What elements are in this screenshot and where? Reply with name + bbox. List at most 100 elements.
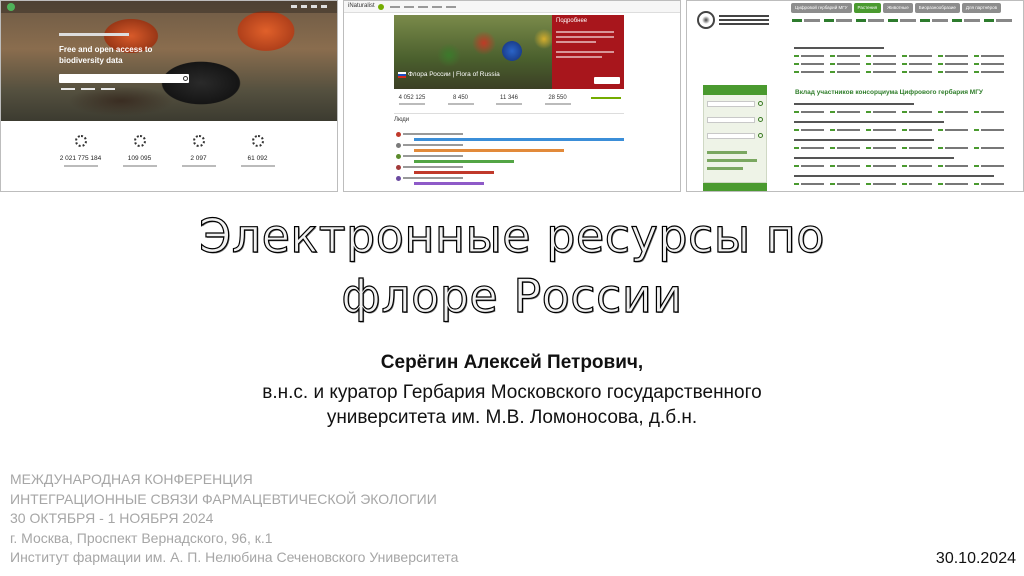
gbif-subtitle xyxy=(59,33,129,36)
author-position: в.н.с. и куратор Гербария Московского го… xyxy=(0,380,1024,430)
conference-line: МЕЖДУНАРОДНАЯ КОНФЕРЕНЦИЯ xyxy=(10,471,253,487)
inat-stat: 11 346 xyxy=(491,95,527,105)
conference-line: 30 ОКТЯБРЯ - 1 НОЯБРЯ 2024 xyxy=(10,510,214,526)
slide-title-line: флоре России xyxy=(341,268,683,323)
msu-tabs: Цифровой гербарий МГУ Растения Животные … xyxy=(791,3,1002,13)
inat-stat-value: 28 550 xyxy=(548,95,567,101)
inat-nav xyxy=(390,6,460,8)
msu-sidebar-link xyxy=(707,151,747,154)
inat-panel-button xyxy=(594,77,620,84)
author-position-line: университета им. М.В. Ломоносова, д.б.н. xyxy=(326,407,698,428)
msu-list-line xyxy=(794,63,1009,65)
avatar xyxy=(396,154,401,159)
articles-icon xyxy=(251,135,264,147)
msu-list-line xyxy=(794,147,1009,149)
msu-top-links xyxy=(792,19,1012,22)
inat-stat: 8 450 xyxy=(443,95,479,105)
slide-title: Электронные ресурсы по флоре России xyxy=(0,206,1024,326)
conference-line: Институт фармации им. А. П. Нелюбина Сеч… xyxy=(10,549,459,565)
gbif-stat-occurrences: 2 021 775 184 xyxy=(56,135,106,167)
msu-search-field xyxy=(707,101,755,107)
inat-bar-row xyxy=(396,132,626,141)
inat-panel-text xyxy=(556,51,614,53)
gbif-screenshot: Free and open access to biodiversity dat… xyxy=(0,0,338,192)
gbif-nav xyxy=(291,5,331,8)
author-position-line: в.н.с. и куратор Гербария Московского го… xyxy=(262,382,762,403)
search-icon xyxy=(183,76,188,81)
msu-list-line xyxy=(794,55,1009,57)
msu-sidebar-link xyxy=(707,167,743,170)
search-icon xyxy=(758,117,763,122)
inat-panel-text xyxy=(556,36,614,38)
msu-sidebar-header xyxy=(703,85,767,95)
conference-line: ИНТЕГРАЦИОННЫЕ СВЯЗИ ФАРМАЦЕВТИЧЕСКОЙ ЭК… xyxy=(10,490,437,507)
inat-panel-title: Подробнее xyxy=(556,18,588,24)
msu-search-field xyxy=(707,133,755,139)
gbif-topbar xyxy=(1,1,337,13)
divider xyxy=(394,113,624,114)
msu-list-line xyxy=(794,47,884,49)
gbif-stat-label xyxy=(240,165,275,167)
datasets-icon xyxy=(133,135,146,147)
msu-tab: Для партнёров xyxy=(961,3,1002,13)
inat-bar xyxy=(414,160,514,163)
inat-bar-row xyxy=(396,176,626,185)
inat-bar xyxy=(414,138,624,141)
msu-tab: Цифровой гербарий МГУ xyxy=(791,3,852,13)
msu-tab-active: Растения xyxy=(853,3,882,13)
inat-bar-row xyxy=(396,165,626,174)
msu-list-line xyxy=(794,121,944,123)
msu-list-line xyxy=(794,165,1009,167)
search-icon xyxy=(758,133,763,138)
inat-stats: 4 052 125 8 450 11 346 28 550 xyxy=(394,95,624,105)
slide-date: 30.10.2024 xyxy=(935,550,1016,567)
gbif-stat-publishers: 2 097 xyxy=(174,135,224,167)
gbif-stat-datasets: 109 095 xyxy=(115,135,165,167)
msu-list-line xyxy=(794,129,1009,131)
gbif-link xyxy=(61,88,75,90)
inat-bar xyxy=(414,149,564,152)
russia-flag-icon xyxy=(398,72,406,78)
gbif-stat-label xyxy=(122,165,157,167)
inat-stat xyxy=(588,95,624,105)
conference-line: г. Москва, Проспект Вернадского, 96, к.1 xyxy=(10,529,273,546)
inat-bar-row xyxy=(396,143,626,152)
gbif-stat-articles: 61 092 xyxy=(233,135,283,167)
occurrences-icon xyxy=(74,135,87,147)
author-name: Серёгин Алексей Петрович, xyxy=(380,352,644,373)
msu-list-line xyxy=(794,175,994,177)
gbif-link xyxy=(101,88,115,90)
inat-stat-value: 4 052 125 xyxy=(398,95,426,101)
gbif-stat-value: 109 095 xyxy=(127,155,152,162)
avatar xyxy=(396,165,401,170)
msu-tab: Биоразнообразие xyxy=(914,3,960,13)
avatar xyxy=(396,132,401,137)
msu-list-line xyxy=(794,183,1009,185)
msu-sidebar-header xyxy=(703,183,767,191)
gbif-logo-icon xyxy=(7,3,15,11)
publishers-icon xyxy=(192,135,205,147)
inat-stat-label xyxy=(399,103,425,105)
inat-bar-label xyxy=(403,177,463,179)
gbif-search-input xyxy=(59,74,189,83)
inat-bar-label xyxy=(403,133,463,135)
msu-search-field xyxy=(707,117,755,123)
inat-bar-label xyxy=(403,166,463,168)
msu-list-line xyxy=(794,103,914,105)
avatar xyxy=(396,143,401,148)
msu-tab: Животные xyxy=(883,3,913,13)
gbif-stat-value: 2 021 775 184 xyxy=(59,155,102,162)
inat-banner-caption: Флора России | Flora of Russia xyxy=(408,71,500,78)
gbif-link xyxy=(81,88,95,90)
inat-bar-label xyxy=(403,155,463,157)
conference-info: МЕЖДУНАРОДНАЯ КОНФЕРЕНЦИЯ ИНТЕГРАЦИОННЫЕ… xyxy=(10,470,458,568)
gbif-stat-value: 61 092 xyxy=(247,155,268,162)
inat-bar-label xyxy=(403,144,463,146)
search-icon xyxy=(758,101,763,106)
gbif-hero-title: Free and open access to biodiversity dat… xyxy=(59,45,153,65)
inat-panel-text xyxy=(556,31,614,33)
msu-section-title: Вклад участников консорциума Цифрового г… xyxy=(795,89,983,96)
gbif-stat-value: 2 097 xyxy=(190,155,207,162)
msu-list-line xyxy=(794,111,1009,113)
msu-list-line xyxy=(794,139,934,141)
